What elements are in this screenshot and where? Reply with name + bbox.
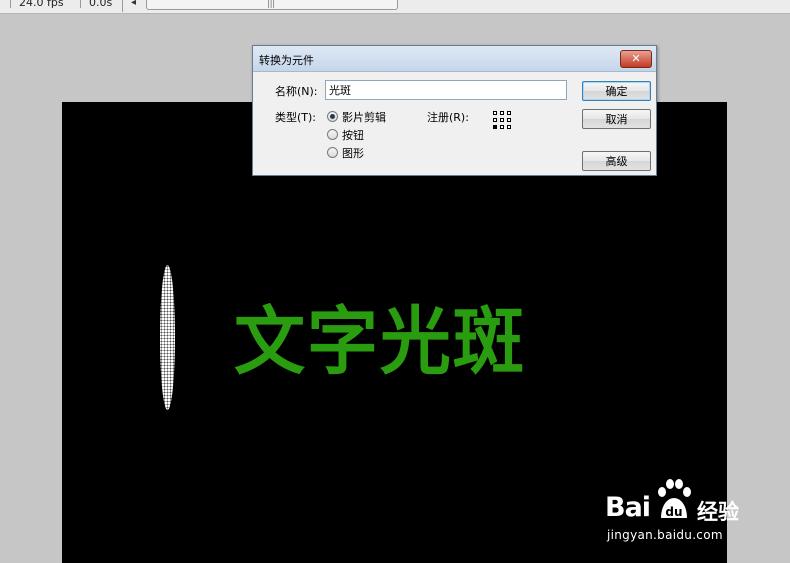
close-icon: ✕ — [631, 52, 641, 65]
scroll-left-icon[interactable]: ◂ — [131, 0, 136, 8]
time-readout: 0.0s — [80, 0, 112, 8]
dialog-title: 转换为元件 — [259, 54, 314, 67]
radio-movie-clip[interactable] — [327, 111, 338, 122]
stage-text[interactable]: 文字光斑 — [234, 299, 526, 385]
name-input[interactable] — [325, 80, 567, 100]
registration-label: 注册(R): — [427, 111, 469, 124]
radio-graphic[interactable] — [327, 147, 338, 158]
selected-ellipse-shape[interactable] — [160, 265, 175, 410]
radio-button-label[interactable]: 按钮 — [342, 127, 364, 143]
registration-point[interactable] — [507, 125, 511, 129]
baidu-paw-icon: du — [658, 479, 691, 519]
registration-point-selected[interactable] — [493, 125, 497, 129]
scrollbar-grip-icon[interactable]: ||| — [267, 0, 275, 8]
timeline-status-bar: 24.0 fps 0.0s ◂ ||| — [0, 0, 790, 14]
registration-point[interactable] — [500, 118, 504, 122]
ok-button[interactable]: 确定 — [582, 81, 651, 101]
watermark-jingyan: 经验 — [697, 500, 739, 524]
name-label: 名称(N): — [275, 85, 318, 98]
fps-readout: 24.0 fps — [10, 0, 64, 8]
registration-point[interactable] — [493, 118, 497, 122]
close-button[interactable]: ✕ — [620, 50, 652, 68]
registration-point[interactable] — [507, 111, 511, 115]
registration-point[interactable] — [507, 118, 511, 122]
radio-graphic-label[interactable]: 图形 — [342, 145, 364, 161]
baidu-watermark: Bai du 经验 jingyan.baidu.com — [605, 478, 755, 548]
registration-grid[interactable] — [493, 111, 513, 131]
radio-button[interactable] — [327, 129, 338, 140]
radio-movie-clip-label[interactable]: 影片剪辑 — [342, 109, 386, 125]
watermark-url: jingyan.baidu.com — [607, 528, 723, 542]
cancel-button[interactable]: 取消 — [582, 109, 651, 129]
watermark-paw-text: du — [665, 505, 682, 519]
advanced-button[interactable]: 高级 — [582, 151, 651, 171]
registration-point[interactable] — [500, 125, 504, 129]
watermark-brand: Bai — [605, 492, 651, 523]
divider — [122, 0, 123, 12]
dialog-titlebar[interactable]: 转换为元件 ✕ — [253, 46, 656, 72]
type-label: 类型(T): — [275, 111, 317, 124]
timeline-scrollbar[interactable]: ||| — [146, 0, 398, 10]
registration-point[interactable] — [500, 111, 504, 115]
convert-to-symbol-dialog: 转换为元件 ✕ 名称(N): 类型(T): 影片剪辑 按钮 图形 注册(R): … — [252, 45, 657, 176]
registration-point[interactable] — [493, 111, 497, 115]
